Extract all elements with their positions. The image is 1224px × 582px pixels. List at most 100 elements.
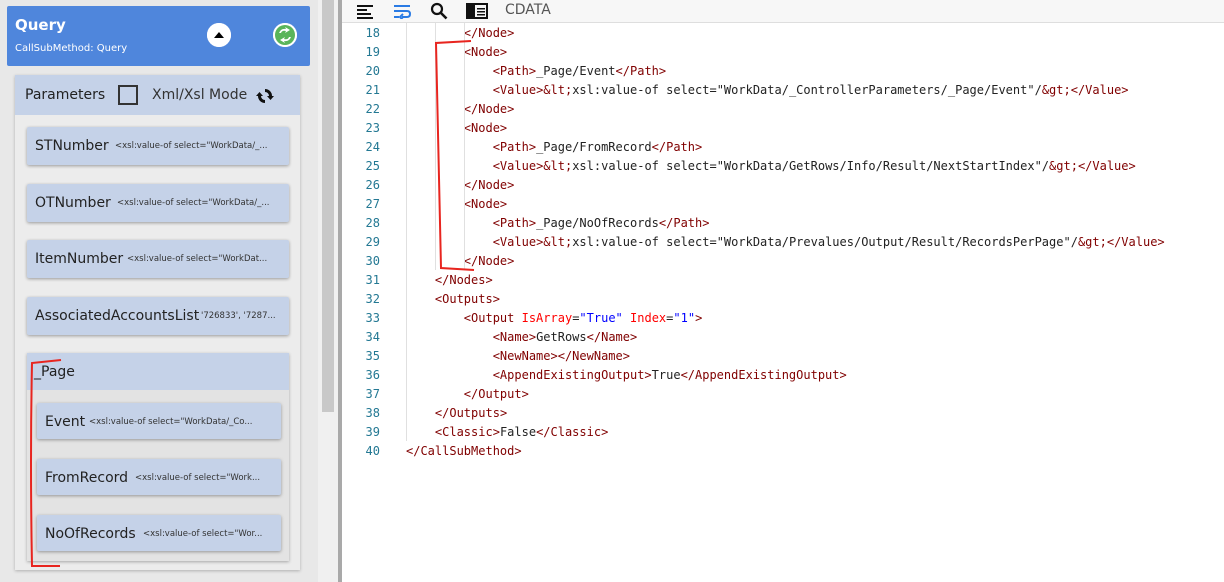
code-editor[interactable]: 18 </Node> 19 <Node> 20 <Path>_Page/Event<… — [342, 23, 1224, 582]
line-number: 32 — [365, 292, 380, 306]
code-line[interactable]: 40 </CallSubMethod> — [342, 442, 1224, 461]
line-number: 21 — [365, 83, 380, 97]
param-card-associatedaccountslist[interactable]: AssociatedAccountsList '726833', '7287..… — [27, 297, 289, 335]
param-name: ItemNumber — [35, 251, 124, 267]
param-value: '726833', '7287... — [201, 311, 276, 321]
align-left-icon — [357, 5, 373, 19]
wrap-button[interactable] — [391, 1, 413, 21]
code-line[interactable]: 36 <AppendExistingOutput>True</AppendExi… — [342, 366, 1224, 385]
code-line[interactable]: 33 <Output IsArray="True" Index="1"> — [342, 309, 1224, 328]
collapse-button[interactable] — [207, 23, 231, 47]
line-content: <Node> — [463, 45, 508, 59]
parameters-panel: Parameters Xml/Xsl Mode STNumber <xsl:va… — [15, 75, 300, 570]
code-line[interactable]: 35 <NewName></NewName> — [342, 347, 1224, 366]
code-line[interactable]: 21 <Value>&lt;xsl:value-of select="WorkD… — [342, 81, 1224, 100]
line-number: 20 — [365, 64, 380, 78]
parameters-header: Parameters Xml/Xsl Mode — [15, 75, 300, 115]
line-number: 38 — [365, 406, 380, 420]
line-content: <Name>GetRows</Name> — [492, 330, 638, 344]
parameters-refresh-button[interactable] — [255, 86, 275, 106]
query-title: Query — [15, 16, 66, 34]
scrollbar-thumb[interactable] — [322, 0, 334, 412]
param-value: <xsl:value-of select="WorkData/_Co... — [89, 417, 253, 427]
line-content: <Value>&lt;xsl:value-of select="WorkData… — [492, 159, 1136, 173]
code-line[interactable]: 30 </Node> — [342, 252, 1224, 271]
code-line[interactable]: 31 </Nodes> — [342, 271, 1224, 290]
param-card-noofrecords[interactable]: NoOfRecords <xsl:value-of select="Wor... — [37, 515, 281, 551]
line-number: 31 — [365, 273, 380, 287]
param-name: NoOfRecords — [45, 526, 136, 542]
indent-guide — [434, 23, 436, 270]
code-line[interactable]: 24 <Path>_Page/FromRecord</Path> — [342, 138, 1224, 157]
wrap-icon — [394, 5, 411, 19]
sync-icon — [273, 23, 297, 47]
param-group-header[interactable]: _Page — [27, 353, 289, 390]
code-line[interactable]: 18 </Node> — [342, 24, 1224, 43]
line-content: </Node> — [463, 102, 515, 116]
param-card-stnumber[interactable]: STNumber <xsl:value-of select="WorkData/… — [27, 127, 289, 165]
sync-button[interactable] — [273, 23, 297, 47]
panel-toggle-button[interactable] — [466, 1, 488, 21]
query-header[interactable]: Query CallSubMethod: Query — [7, 6, 310, 66]
line-content: </Node> — [463, 26, 515, 40]
line-content: <Value>&lt;xsl:value-of select="WorkData… — [492, 235, 1165, 249]
editor-toolbar: CDATA — [342, 0, 1224, 23]
line-number: 34 — [365, 330, 380, 344]
code-line[interactable]: 27 <Node> — [342, 195, 1224, 214]
line-number: 36 — [365, 368, 380, 382]
param-card-otnumber[interactable]: OTNumber <xsl:value-of select="WorkData/… — [27, 184, 289, 222]
param-card-fromrecord[interactable]: FromRecord <xsl:value-of select="Work... — [37, 459, 281, 495]
param-value: <xsl:value-of select="WorkData/_... — [117, 198, 270, 208]
line-number: 29 — [365, 235, 380, 249]
line-number: 40 — [365, 444, 380, 458]
code-line[interactable]: 29 <Value>&lt;xsl:value-of select="WorkD… — [342, 233, 1224, 252]
line-number: 22 — [365, 102, 380, 116]
param-value: <xsl:value-of select="WorkData/_... — [115, 141, 268, 151]
code-line[interactable]: 23 <Node> — [342, 119, 1224, 138]
code-line[interactable]: 32 <Outputs> — [342, 290, 1224, 309]
line-content: <AppendExistingOutput>True</AppendExisti… — [492, 368, 847, 382]
line-content: <Value>&lt;xsl:value-of select="WorkData… — [492, 83, 1129, 97]
xml-mode-checkbox[interactable] — [118, 85, 138, 105]
code-line[interactable]: 19 <Node> — [342, 43, 1224, 62]
search-button[interactable] — [428, 1, 450, 21]
code-line[interactable]: 20 <Path>_Page/Event</Path> — [342, 62, 1224, 81]
code-line[interactable]: 26 </Node> — [342, 176, 1224, 195]
query-subtitle: CallSubMethod: Query — [15, 43, 128, 54]
line-content: </CallSubMethod> — [406, 444, 522, 458]
line-number: 27 — [365, 197, 380, 211]
param-name: Event — [45, 414, 86, 430]
line-content: <Node> — [463, 121, 508, 135]
code-line[interactable]: 37 </Output> — [342, 385, 1224, 404]
panel-scrollbar[interactable] — [318, 0, 338, 582]
xml-mode-label: Xml/Xsl Mode — [152, 87, 248, 103]
param-card-event[interactable]: Event <xsl:value-of select="WorkData/_Co… — [37, 403, 281, 439]
line-number: 24 — [365, 140, 380, 154]
code-line[interactable]: 38 </Outputs> — [342, 404, 1224, 423]
cdata-button[interactable]: CDATA — [505, 2, 551, 18]
code-line[interactable]: 39 <Classic>False</Classic> — [342, 423, 1224, 442]
code-line[interactable]: 22 </Node> — [342, 100, 1224, 119]
param-card-itemnumber[interactable]: ItemNumber <xsl:value-of select="WorkDat… — [27, 240, 289, 278]
line-content: <Path>_Page/FromRecord</Path> — [492, 140, 703, 154]
code-line[interactable]: 34 <Name>GetRows</Name> — [342, 328, 1224, 347]
indent-guide — [463, 23, 465, 270]
line-number: 30 — [365, 254, 380, 268]
refresh-icon — [256, 89, 274, 103]
parameters-title: Parameters — [25, 87, 106, 103]
indent-guide — [406, 23, 407, 441]
line-content: <Path>_Page/NoOfRecords</Path> — [492, 216, 710, 230]
code-line[interactable]: 25 <Value>&lt;xsl:value-of select="WorkD… — [342, 157, 1224, 176]
line-content: <NewName></NewName> — [492, 349, 630, 363]
line-content: <Outputs> — [434, 292, 500, 306]
line-content: </Nodes> — [434, 273, 493, 287]
line-content: </Output> — [463, 387, 529, 401]
format-button[interactable] — [354, 1, 376, 21]
code-line[interactable]: 28 <Path>_Page/NoOfRecords</Path> — [342, 214, 1224, 233]
param-name: FromRecord — [45, 470, 129, 486]
line-content: <Classic>False</Classic> — [434, 425, 609, 439]
param-name: OTNumber — [35, 195, 111, 211]
line-number: 33 — [365, 311, 380, 325]
line-number: 19 — [365, 45, 380, 59]
line-content: <Node> — [463, 197, 508, 211]
